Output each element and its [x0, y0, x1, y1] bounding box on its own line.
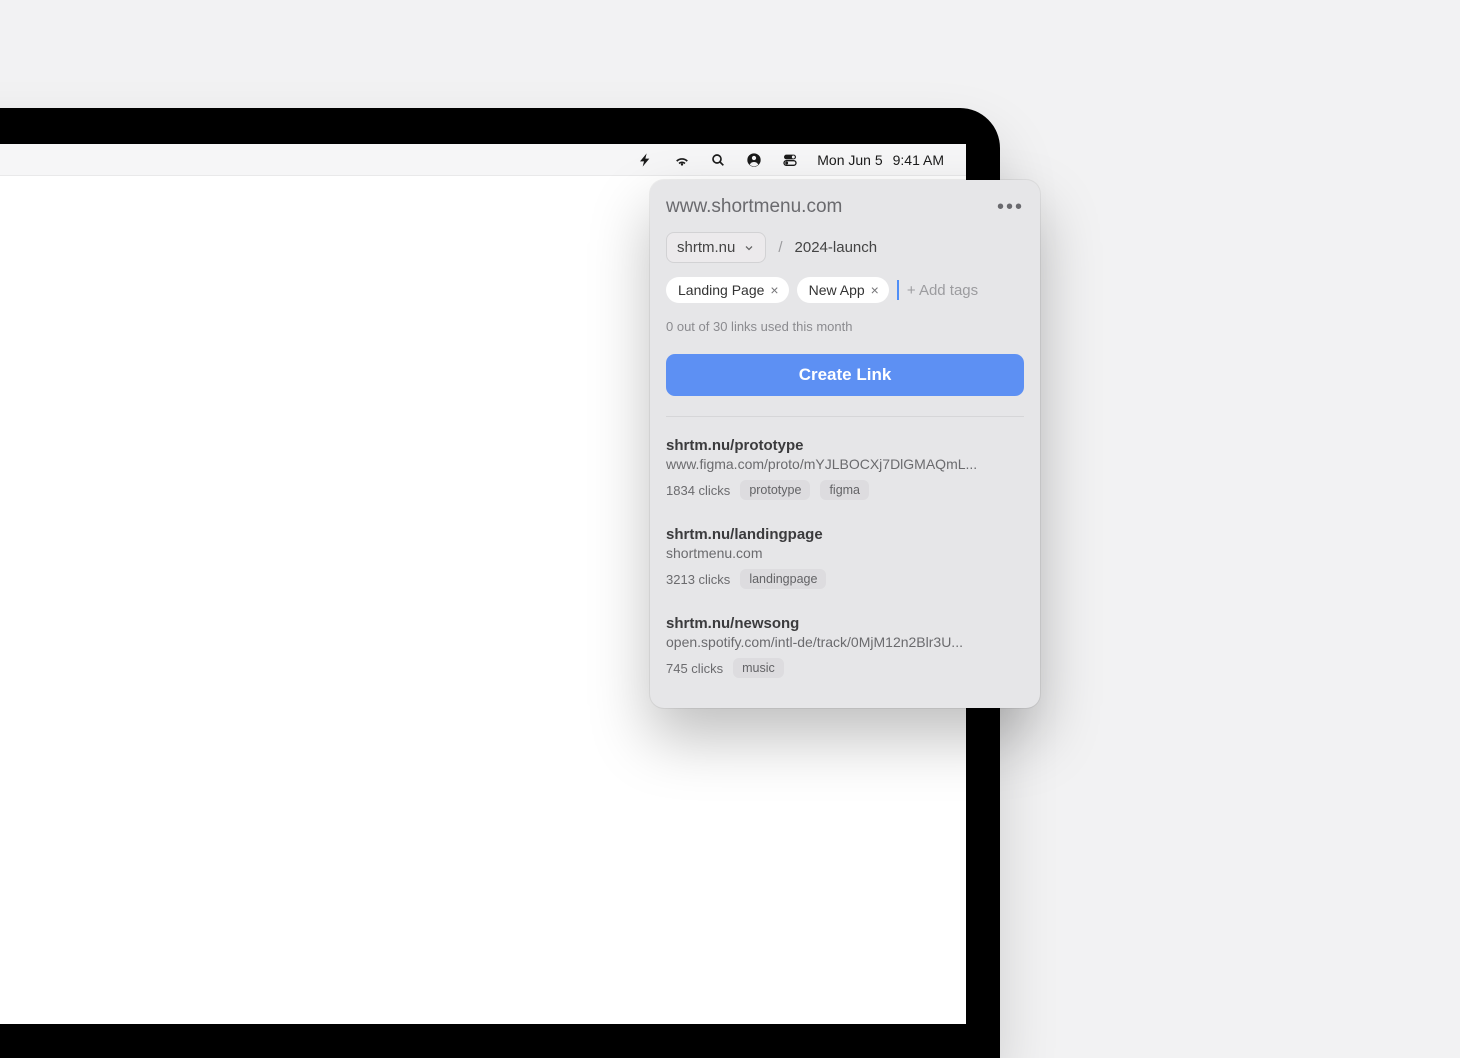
link-meta: 1834 clicks prototype figma: [666, 480, 1024, 500]
link-tag-chip: figma: [820, 480, 869, 500]
link-clicks: 3213 clicks: [666, 572, 730, 587]
menu-bar: Mon Jun 5 9:41 AM: [0, 144, 966, 176]
shorten-link-popover: www.shortmenu.com ••• shrtm.nu / 2024-la…: [650, 180, 1040, 708]
create-link-button[interactable]: Create Link: [666, 354, 1024, 396]
slug-input[interactable]: 2024-launch: [795, 239, 878, 256]
user-icon[interactable]: [745, 151, 763, 169]
link-item[interactable]: shrtm.nu/landingpage shortmenu.com 3213 cl…: [650, 512, 1040, 601]
link-meta: 3213 clicks landingpage: [666, 569, 1024, 589]
link-clicks: 745 clicks: [666, 661, 723, 676]
add-tags-input[interactable]: + Add tags: [897, 280, 978, 300]
domain-select[interactable]: shrtm.nu: [666, 232, 766, 263]
tag-remove-icon[interactable]: ×: [770, 282, 778, 298]
link-long-url: www.figma.com/proto/mYJLBOCXj7DlGMAQmL..…: [666, 456, 1024, 472]
link-short-url: shrtm.nu/newsong: [666, 615, 1024, 632]
more-options-icon[interactable]: •••: [997, 197, 1024, 217]
wifi-icon[interactable]: [673, 151, 691, 169]
link-meta: 745 clicks music: [666, 658, 1024, 678]
link-clicks: 1834 clicks: [666, 483, 730, 498]
menubar-time[interactable]: 9:41 AM: [893, 152, 944, 168]
control-center-icon[interactable]: [781, 151, 799, 169]
tag-label: New App: [809, 282, 865, 298]
popover-titlebar: www.shortmenu.com •••: [666, 196, 1024, 218]
usage-text: 0 out of 30 links used this month: [666, 319, 1024, 334]
path-row: shrtm.nu / 2024-launch: [666, 232, 1024, 263]
url-title[interactable]: www.shortmenu.com: [666, 196, 842, 218]
link-item[interactable]: shrtm.nu/newsong open.spotify.com/intl-de…: [650, 601, 1040, 690]
tag[interactable]: Landing Page ×: [666, 277, 789, 303]
links-list: shrtm.nu/prototype www.figma.com/proto/mY…: [650, 423, 1040, 690]
link-tag-chip: prototype: [740, 480, 810, 500]
section-divider: [666, 416, 1024, 417]
menubar-date[interactable]: Mon Jun 5: [817, 152, 882, 168]
chevron-down-icon: [743, 242, 755, 254]
link-short-url: shrtm.nu/landingpage: [666, 526, 1024, 543]
tag-remove-icon[interactable]: ×: [871, 282, 879, 298]
domain-label: shrtm.nu: [677, 239, 735, 256]
link-long-url: shortmenu.com: [666, 545, 1024, 561]
search-icon[interactable]: [709, 151, 727, 169]
link-tag-chip: landingpage: [740, 569, 826, 589]
link-tag-chip: music: [733, 658, 784, 678]
tag-row: Landing Page × New App × + Add tags: [666, 277, 1024, 303]
power-icon[interactable]: [637, 151, 655, 169]
link-long-url: open.spotify.com/intl-de/track/0MjM12n2B…: [666, 634, 1024, 650]
link-short-url: shrtm.nu/prototype: [666, 437, 1024, 454]
add-tags-placeholder: + Add tags: [907, 282, 978, 299]
path-separator: /: [778, 239, 782, 256]
link-item[interactable]: shrtm.nu/prototype www.figma.com/proto/mY…: [650, 423, 1040, 512]
tag[interactable]: New App ×: [797, 277, 889, 303]
tag-label: Landing Page: [678, 282, 764, 298]
